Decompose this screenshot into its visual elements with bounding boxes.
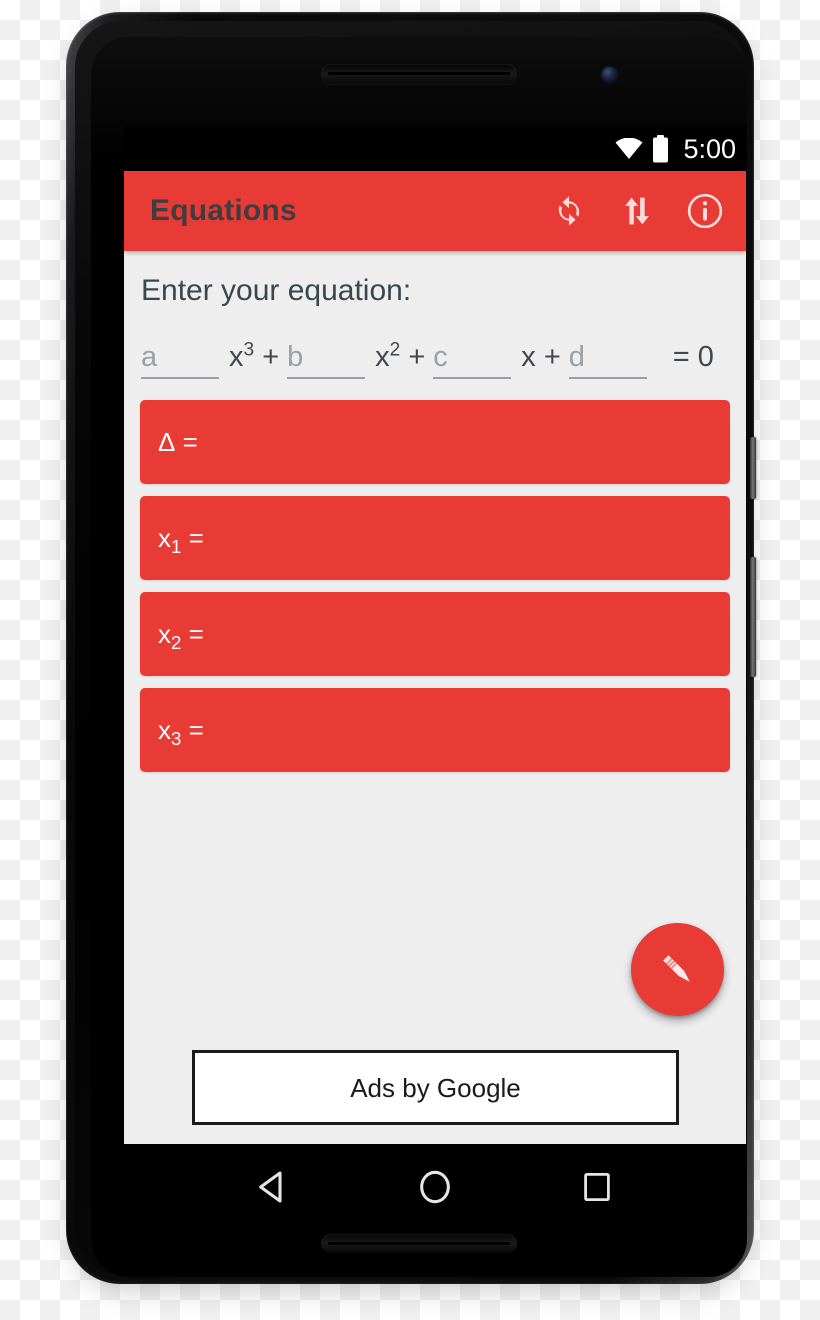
- ad-banner[interactable]: Ads by Google: [192, 1050, 679, 1125]
- term-d-group: d: [568, 331, 649, 379]
- coefficient-d-hint: d: [568, 340, 585, 373]
- pencil-icon: [654, 946, 702, 994]
- x3-equals: =: [188, 715, 204, 745]
- bottom-speaker-grille-icon: [321, 1234, 517, 1253]
- term-a-suffix: x3 +: [229, 339, 280, 373]
- camera-lens-icon: [602, 67, 617, 82]
- coefficient-c-input[interactable]: c: [433, 331, 512, 379]
- recents-square-icon: [579, 1169, 615, 1205]
- results-list: Δ = x1 = x2 = x3 =: [124, 379, 746, 772]
- coefficient-a-input[interactable]: a: [141, 331, 219, 379]
- term-b-group: b x2 +: [287, 331, 433, 379]
- back-button[interactable]: [247, 1161, 299, 1213]
- result-label-x1: x1 =: [158, 523, 204, 556]
- coefficient-b-input[interactable]: b: [287, 331, 366, 379]
- device-bezel: 5:00 Equations Enter your equation: a x3…: [75, 21, 747, 1277]
- main-content: Enter your equation: a x3 + b x2 + c x +…: [124, 251, 746, 1144]
- phone-device: 5:00 Equations Enter your equation: a x3…: [66, 12, 756, 1300]
- back-triangle-icon: [253, 1167, 293, 1207]
- x1-subscript: 1: [171, 536, 182, 557]
- term-a-group: a x3 +: [141, 331, 287, 379]
- ad-banner-text: Ads by Google: [350, 1072, 521, 1103]
- app-title: Equations: [150, 194, 297, 227]
- prompt-label: Enter your equation:: [141, 274, 412, 307]
- x3-symbol: x: [158, 715, 171, 745]
- speaker-grille-icon: [321, 64, 517, 84]
- result-label-x2: x2 =: [158, 619, 204, 652]
- x2-subscript: 2: [171, 632, 182, 653]
- app-bar: Equations: [124, 171, 746, 251]
- result-label-delta: Δ =: [158, 429, 198, 455]
- term-c-group: c x +: [433, 331, 569, 379]
- home-circle-icon: [415, 1167, 455, 1207]
- battery-icon: [652, 135, 669, 163]
- coefficient-b-hint: b: [287, 340, 304, 373]
- x3-subscript: 3: [171, 728, 182, 749]
- result-bar-delta[interactable]: Δ =: [140, 400, 730, 484]
- info-button[interactable]: [686, 192, 724, 230]
- info-icon: [686, 192, 724, 230]
- term-b-suffix: x2 +: [375, 339, 426, 373]
- app-bar-actions: [550, 192, 724, 230]
- home-button[interactable]: [409, 1161, 461, 1213]
- swap-button[interactable]: [618, 192, 656, 230]
- result-label-x3: x3 =: [158, 715, 204, 748]
- term-c-suffix: x +: [521, 340, 561, 373]
- phone-screen: 5:00 Equations Enter your equation: a x3…: [124, 127, 746, 1230]
- delta-symbol: Δ: [158, 427, 176, 457]
- coefficient-a-hint: a: [141, 340, 158, 373]
- status-time: 5:00: [683, 133, 736, 164]
- equation-equals-zero: = 0: [672, 340, 714, 373]
- equation-input-row: a x3 + b x2 + c x + d = 0: [124, 309, 746, 379]
- x2-symbol: x: [158, 619, 171, 649]
- volume-rocker[interactable]: [750, 557, 756, 677]
- wifi-icon: [614, 138, 644, 160]
- device-body: 5:00 Equations Enter your equation: a x3…: [66, 12, 756, 1284]
- device-glass: 5:00 Equations Enter your equation: a x3…: [91, 37, 747, 1277]
- coefficient-c-hint: c: [433, 340, 448, 373]
- status-bar: 5:00: [124, 127, 746, 171]
- x1-symbol: x: [158, 523, 171, 553]
- result-bar-x3[interactable]: x3 =: [140, 688, 730, 772]
- delta-equals: =: [182, 427, 198, 457]
- edit-fab[interactable]: [631, 923, 724, 1016]
- x1-equals: =: [188, 523, 204, 553]
- recents-button[interactable]: [571, 1161, 623, 1213]
- refresh-icon: [551, 193, 587, 229]
- android-nav-bar: [124, 1144, 746, 1230]
- x2-equals: =: [188, 619, 204, 649]
- coefficient-d-input[interactable]: d: [568, 331, 647, 379]
- power-button[interactable]: [750, 437, 756, 499]
- result-bar-x2[interactable]: x2 =: [140, 592, 730, 676]
- status-icon-group: 5:00: [614, 135, 736, 163]
- swap-vert-icon: [620, 193, 654, 229]
- result-bar-x1[interactable]: x1 =: [140, 496, 730, 580]
- refresh-button[interactable]: [550, 192, 588, 230]
